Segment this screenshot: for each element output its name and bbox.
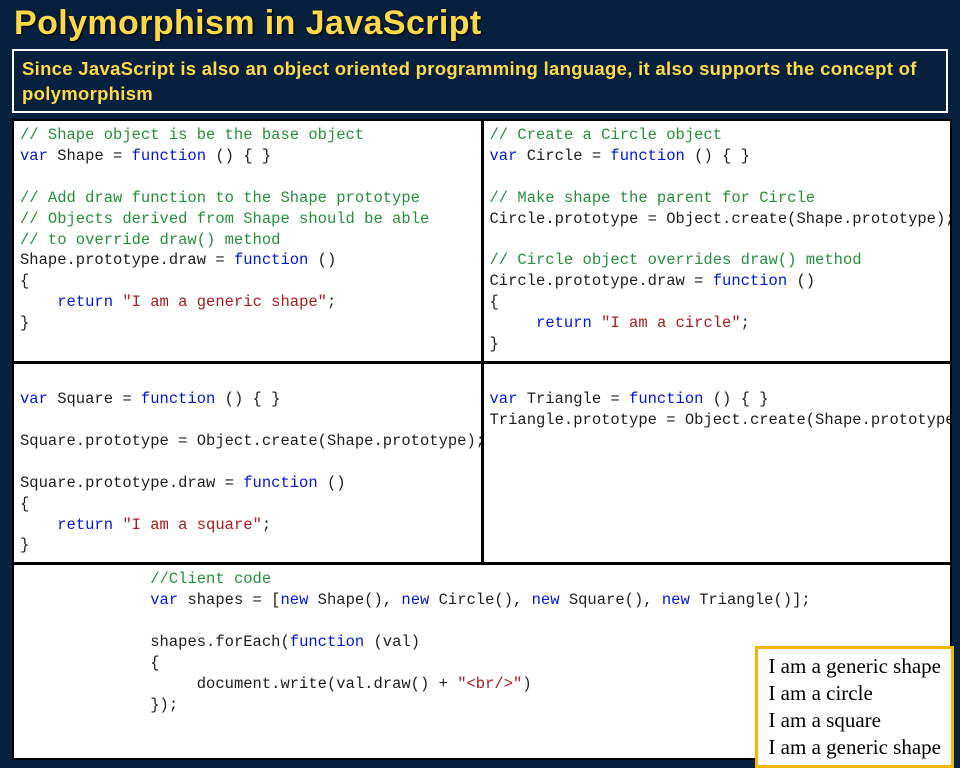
code-grid: // Shape object is be the base object va… — [12, 119, 952, 760]
slide-title: Polymorphism in JavaScript — [14, 4, 948, 43]
output-line-3: I am a square — [768, 707, 941, 734]
code-circle: // Create a Circle object var Circle = f… — [481, 121, 951, 361]
code-square: var Square = function () { } Square.prot… — [14, 361, 481, 562]
code-shape: // Shape object is be the base object va… — [14, 121, 481, 361]
output-line-4: I am a generic shape — [768, 734, 941, 761]
slide: Polymorphism in JavaScript Since JavaScr… — [0, 0, 960, 760]
row-2: var Square = function () { } Square.prot… — [14, 361, 950, 562]
output-box: I am a generic shape I am a circle I am … — [755, 646, 954, 768]
code-triangle: var Triangle = function () { } Triangle.… — [481, 361, 951, 562]
row-1: // Shape object is be the base object va… — [14, 121, 950, 361]
code-client: //Client code var shapes = [new Shape(),… — [14, 562, 950, 757]
intro-text: Since JavaScript is also an object orien… — [12, 49, 948, 113]
output-line-2: I am a circle — [768, 680, 941, 707]
output-line-1: I am a generic shape — [768, 653, 941, 680]
